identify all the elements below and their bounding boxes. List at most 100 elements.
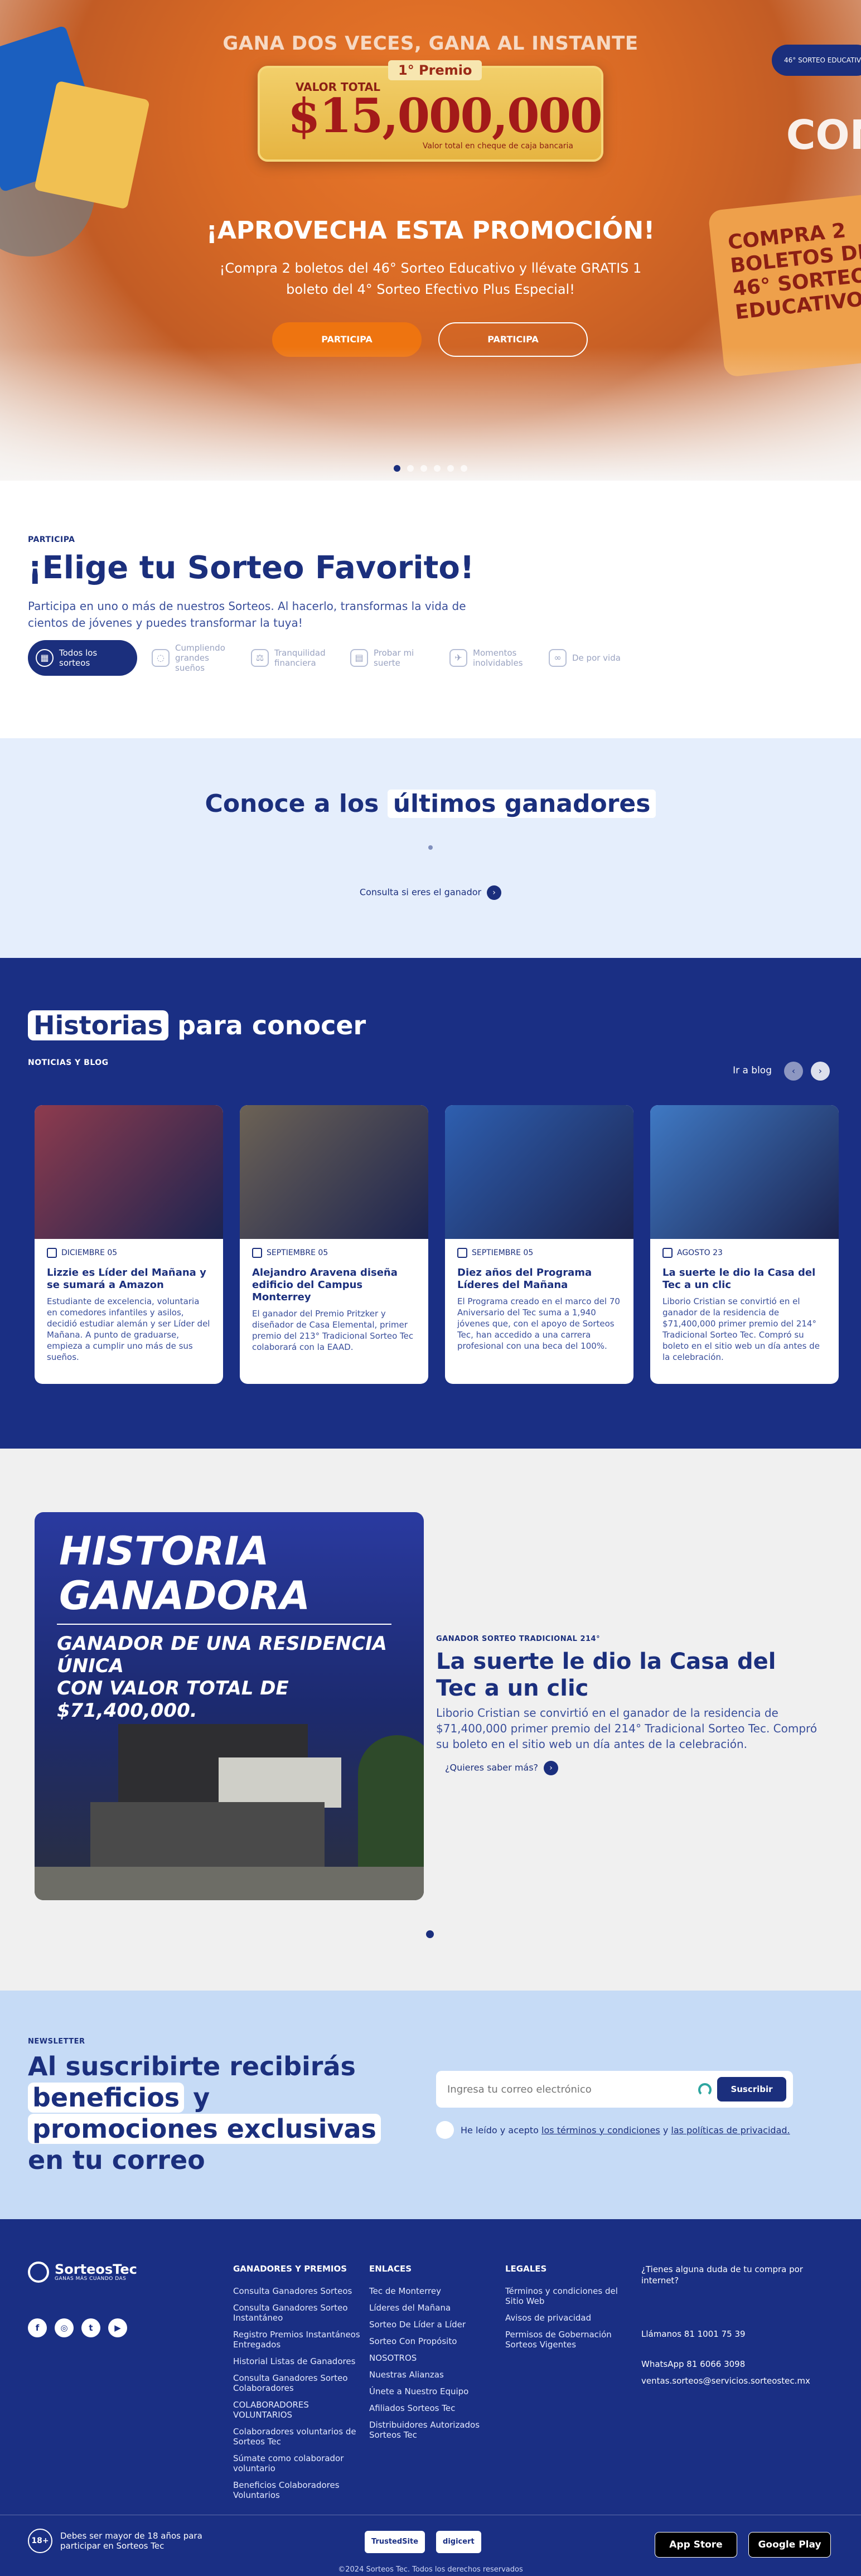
digicert-seal[interactable]: digicert bbox=[436, 2531, 481, 2553]
filter-option[interactable]: ▤ Probar mi suerte bbox=[350, 640, 435, 676]
footer-link[interactable]: Líderes del Mañana bbox=[369, 2303, 497, 2313]
poster-house bbox=[219, 1757, 341, 1808]
date-text: AGOSTO 23 bbox=[677, 1248, 723, 1257]
newsletter-title-highlight: beneficios bbox=[28, 2083, 185, 2113]
carousel-dot[interactable] bbox=[434, 465, 441, 472]
contact-whatsapp[interactable]: WhatsApp 81 6066 3098 bbox=[641, 2359, 825, 2370]
filter-label: Todos los sorteos bbox=[59, 648, 98, 668]
subscribe-button[interactable]: Suscribir bbox=[717, 2077, 786, 2102]
loading-dot bbox=[428, 845, 433, 850]
email-input[interactable] bbox=[447, 2080, 693, 2099]
footer-link[interactable]: Beneficios Colaboradores Voluntarios bbox=[233, 2480, 361, 2500]
footer-link[interactable]: Historial Listas de Ganadores bbox=[233, 2356, 361, 2366]
footer-link[interactable]: Colaboradores voluntarios de Sorteos Tec bbox=[233, 2427, 361, 2447]
app-store-button[interactable]: App Store bbox=[655, 2532, 737, 2558]
footer-col-enlaces: ENLACES Tec de Monterrey Líderes del Mañan… bbox=[369, 2264, 497, 2447]
section-description: Participa en uno o más de nuestros Sorte… bbox=[28, 599, 466, 630]
facebook-icon[interactable]: f bbox=[28, 2318, 47, 2337]
footer-link[interactable]: Permisos de Gobernación Sorteos Vigentes bbox=[505, 2330, 633, 2350]
footer-link[interactable]: Registro Premios Instantáneos Entregados bbox=[233, 2330, 361, 2350]
footer-link[interactable]: Únete a Nuestro Equipo bbox=[369, 2386, 497, 2396]
carousel-prev-button[interactable]: ‹ bbox=[784, 1062, 803, 1081]
newsletter-title: Al suscribirte recibirás beneficios y prom… bbox=[28, 2051, 396, 2176]
footer-link[interactable]: Tec de Monterrey bbox=[369, 2286, 497, 2296]
carousel-dot[interactable] bbox=[447, 465, 454, 472]
carousel-dot[interactable] bbox=[426, 1930, 434, 1938]
footer-link[interactable]: Nuestras Alianzas bbox=[369, 2370, 497, 2380]
blog-card-image bbox=[240, 1105, 428, 1239]
youtube-icon[interactable]: ▶ bbox=[108, 2318, 127, 2337]
carousel-dot[interactable] bbox=[407, 465, 414, 472]
blog-card[interactable]: SEPTIEMBRE 05 Alejandro Aravena diseña ed… bbox=[240, 1105, 428, 1384]
footer-link[interactable]: Afiliados Sorteos Tec bbox=[369, 2403, 497, 2413]
infinity-icon: ∞ bbox=[549, 649, 567, 667]
blog-card-image bbox=[445, 1105, 633, 1239]
footer-link[interactable]: Consulta Ganadores Sorteo Instantáneo bbox=[233, 2303, 361, 2323]
footer-col-title: GANADORES Y PREMIOS bbox=[233, 2264, 347, 2274]
carousel-dot[interactable] bbox=[461, 465, 467, 472]
privacy-link[interactable]: las políticas de privacidad. bbox=[671, 2125, 790, 2136]
newsletter-eyebrow: NEWSLETTER bbox=[28, 2037, 85, 2046]
check-winner-label: Consulta si eres el ganador bbox=[359, 887, 482, 898]
filter-option[interactable]: ▦ Todos los sorteos bbox=[28, 640, 137, 676]
footer-link[interactable]: Sorteo Con Propósito bbox=[369, 2336, 497, 2346]
contact-email[interactable]: ventas.sorteos@servicios.sorteostec.mx bbox=[641, 2375, 825, 2386]
footer-contact: ¿Tienes alguna duda de tu compra por int… bbox=[641, 2264, 825, 2386]
footer-link[interactable]: COLABORADORES VOLUNTARIOS bbox=[233, 2400, 361, 2420]
historias-eyebrow: NOTICIAS Y BLOG bbox=[28, 1058, 109, 1067]
footer-col-links: Términos y condiciones del Sitio Web Avis… bbox=[505, 2286, 633, 2350]
poster-house bbox=[90, 1802, 325, 1869]
poster-subtitle: GANADOR DE UNA RESIDENCIA ÚNICA CON VALOR… bbox=[57, 1633, 424, 1722]
trustedsite-seal[interactable]: TrustedSite bbox=[365, 2531, 425, 2553]
footer-logo[interactable]: SorteosTec GANAS MÁS CUANDO DAS bbox=[28, 2262, 137, 2283]
terms-text: He leído y acepto los términos y condici… bbox=[461, 2125, 790, 2136]
carousel-dot[interactable] bbox=[394, 465, 400, 472]
blog-link[interactable]: Ir a blog bbox=[733, 1065, 772, 1076]
balance-icon: ⚖ bbox=[251, 649, 269, 667]
carousel-dot[interactable] bbox=[420, 465, 427, 472]
section-title: ¡Elige tu Sorteo Favorito! bbox=[28, 550, 475, 586]
terms-checkbox[interactable] bbox=[436, 2121, 454, 2139]
historia-ganadora-poster: HISTORIA GANADORA GANADOR DE UNA RESIDEN… bbox=[35, 1512, 424, 1900]
recaptcha-icon bbox=[698, 2083, 712, 2096]
blog-card-excerpt: Liborio Cristian se convirtió en el gana… bbox=[662, 1296, 820, 1362]
instagram-icon[interactable]: ◎ bbox=[55, 2318, 74, 2337]
elige-section: PARTICIPA ¡Elige tu Sorteo Favorito! Par… bbox=[0, 481, 861, 738]
security-seals: TrustedSite digicert bbox=[365, 2531, 481, 2553]
more-link[interactable]: ¿Quieres saber más? › bbox=[445, 1761, 559, 1775]
historias-title: Historias para conocer bbox=[28, 1010, 366, 1040]
historias-title-highlight: Historias bbox=[28, 1010, 169, 1040]
footer-link[interactable]: Sorteo De Líder a Líder bbox=[369, 2320, 497, 2330]
newsletter-title-part: y bbox=[193, 2083, 210, 2113]
footer-link[interactable]: Términos y condiciones del Sitio Web bbox=[505, 2286, 633, 2306]
footer-link[interactable]: Consulta Ganadores Sorteos bbox=[233, 2286, 361, 2296]
google-play-button[interactable]: Google Play bbox=[748, 2532, 831, 2558]
plane-icon: ✈ bbox=[449, 649, 467, 667]
terms-row: He leído y acepto los términos y condici… bbox=[436, 2121, 790, 2139]
footer-col-links: Tec de Monterrey Líderes del Mañana Sorteo… bbox=[369, 2286, 497, 2440]
blog-card[interactable]: SEPTIEMBRE 05 Diez años del Programa Líde… bbox=[445, 1105, 633, 1384]
ganadora-eyebrow: GANADOR SORTEO TRADICIONAL 214° bbox=[436, 1635, 601, 1643]
twitter-icon[interactable]: t bbox=[81, 2318, 100, 2337]
blog-card-title: Lizzie es Líder del Mañana y se sumará a… bbox=[47, 1267, 206, 1291]
footer-link[interactable]: Distribuidores Autorizados Sorteos Tec bbox=[369, 2420, 497, 2440]
chevron-right-icon: › bbox=[818, 1066, 823, 1076]
footer-link[interactable]: Súmate como colaborador voluntario bbox=[233, 2453, 361, 2473]
check-winner-link[interactable]: Consulta si eres el ganador › bbox=[0, 885, 861, 900]
blog-card[interactable]: AGOSTO 23 La suerte le dio la Casa del Te… bbox=[650, 1105, 839, 1384]
filter-option[interactable]: ◌ Cumpliendo grandes sueños bbox=[152, 640, 236, 676]
ganadores-section: Conoce a los últimos ganadores Consulta … bbox=[0, 738, 861, 958]
carousel-next-button[interactable]: › bbox=[811, 1062, 830, 1081]
filter-option[interactable]: ⚖ Tranquilidad financiera bbox=[251, 640, 336, 676]
blog-card[interactable]: DICIEMBRE 05 Lizzie es Líder del Mañana y… bbox=[35, 1105, 223, 1384]
hero-headline: GANA DOS VECES, GANA AL INSTANTE bbox=[222, 32, 639, 55]
age-badge-icon: 18+ bbox=[28, 2529, 52, 2553]
footer-link[interactable]: Consulta Ganadores Sorteo Colaboradores bbox=[233, 2373, 361, 2393]
contact-phone[interactable]: Llámanos 81 1001 75 39 bbox=[641, 2328, 825, 2340]
footer-link[interactable]: NOSOTROS bbox=[369, 2353, 497, 2363]
poster-divider bbox=[57, 1624, 391, 1625]
filter-option[interactable]: ✈ Momentos inolvidables bbox=[449, 640, 534, 676]
filter-option[interactable]: ∞ De por vida bbox=[549, 640, 621, 676]
footer-link[interactable]: Avisos de privacidad bbox=[505, 2313, 633, 2323]
terms-link[interactable]: los términos y condiciones bbox=[541, 2125, 660, 2136]
